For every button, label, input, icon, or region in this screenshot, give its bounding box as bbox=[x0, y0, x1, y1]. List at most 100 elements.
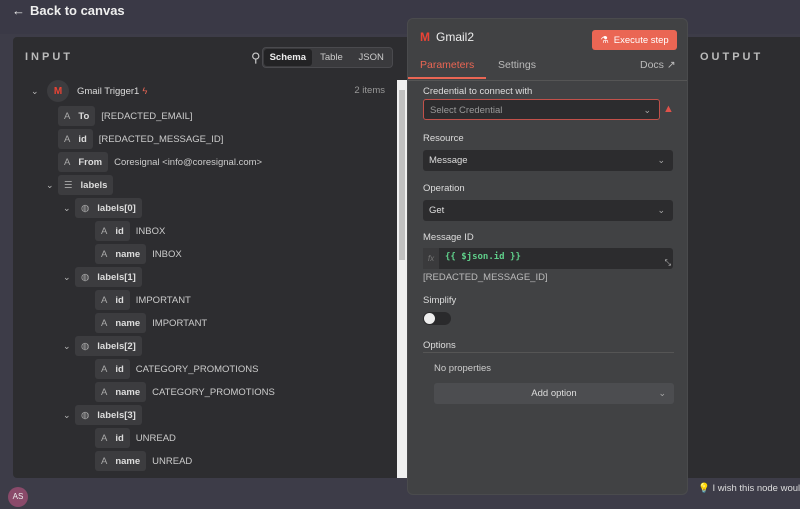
back-label: Back to canvas bbox=[30, 3, 125, 18]
string-type-icon: A bbox=[101, 248, 108, 260]
chevron-down-icon[interactable]: ⌄ bbox=[31, 86, 43, 97]
field-value: [REDACTED_MESSAGE_ID] bbox=[98, 133, 224, 145]
field-value: CATEGORY_PROMOTIONS bbox=[135, 363, 259, 375]
warning-icon: ▲ bbox=[663, 103, 674, 115]
field-key: id bbox=[78, 133, 87, 145]
schema-row[interactable]: Aid INBOX bbox=[95, 221, 165, 241]
field-key: name bbox=[115, 386, 141, 398]
divider bbox=[423, 352, 674, 353]
flask-icon: ⚗ bbox=[600, 34, 609, 46]
string-type-icon: A bbox=[64, 110, 71, 122]
field-value: INBOX bbox=[152, 248, 182, 260]
field-key-pill[interactable]: Aid bbox=[95, 290, 130, 310]
credential-select[interactable]: Select Credential ⌄ bbox=[423, 99, 660, 120]
tab-schema[interactable]: Schema bbox=[264, 49, 312, 66]
scrollbar-thumb[interactable] bbox=[399, 90, 405, 260]
operation-value: Get bbox=[429, 205, 445, 216]
feedback-hint[interactable]: 💡 I wish this node would... bbox=[698, 483, 800, 494]
field-value: IMPORTANT bbox=[152, 317, 208, 329]
field-key: From bbox=[78, 156, 103, 168]
external-link-icon: ↗ bbox=[666, 59, 676, 71]
chevron-down-icon[interactable]: ⌄ bbox=[46, 180, 58, 191]
field-key-pill[interactable]: ◍ labels[3] bbox=[75, 405, 142, 425]
search-icon[interactable]: ⚲ bbox=[251, 50, 261, 66]
schema-row[interactable]: ⌄ ◍ labels[0] bbox=[63, 198, 148, 218]
trigger-bolt-icon: ϟ bbox=[142, 85, 148, 97]
simplify-toggle[interactable] bbox=[423, 312, 451, 325]
field-key-pill[interactable]: Aid bbox=[95, 428, 130, 448]
chevron-down-icon[interactable]: ⌄ bbox=[63, 272, 75, 283]
node-title[interactable]: Gmail2 bbox=[436, 30, 474, 44]
field-key: labels bbox=[80, 179, 108, 191]
schema-row[interactable]: ⌄ ◍ labels[1] bbox=[63, 267, 148, 287]
schema-row[interactable]: A To [REDACTED_EMAIL] bbox=[58, 106, 193, 126]
node-name: Gmail Trigger1 bbox=[77, 85, 140, 97]
resource-label: Resource bbox=[423, 133, 464, 144]
credential-label: Credential to connect with bbox=[423, 86, 533, 97]
field-key-pill[interactable]: ◍ labels[2] bbox=[75, 336, 142, 356]
tab-parameters[interactable]: Parameters bbox=[408, 59, 487, 79]
schema-row[interactable]: Aid UNREAD bbox=[95, 428, 176, 448]
string-type-icon: A bbox=[101, 225, 108, 237]
hint-text: I wish this node would... bbox=[712, 483, 800, 494]
schema-row[interactable]: Aname CATEGORY_PROMOTIONS bbox=[95, 382, 275, 402]
field-key-pill[interactable]: Aid bbox=[95, 359, 130, 379]
add-option-button[interactable]: Add option ⌄ bbox=[434, 383, 674, 404]
field-key: id bbox=[115, 432, 124, 444]
schema-row[interactable]: ⌄ ☰ labels bbox=[46, 175, 119, 195]
string-type-icon: A bbox=[101, 386, 108, 398]
field-key-pill[interactable]: ◍ labels[1] bbox=[75, 267, 142, 287]
node-row[interactable]: ⌄ M Gmail Trigger1 ϟ bbox=[31, 80, 148, 102]
avatar[interactable]: AS bbox=[8, 487, 28, 507]
field-key-pill[interactable]: Aname bbox=[95, 382, 147, 402]
schema-row[interactable]: ⌄ ◍ labels[2] bbox=[63, 336, 148, 356]
schema-row[interactable]: Aid CATEGORY_PROMOTIONS bbox=[95, 359, 258, 379]
gmail-icon: M bbox=[47, 80, 69, 102]
docs-label: Docs bbox=[640, 59, 664, 71]
expand-icon[interactable]: ⤡ bbox=[665, 258, 671, 268]
field-key-pill[interactable]: A To bbox=[58, 106, 96, 126]
schema-row[interactable]: Aname INBOX bbox=[95, 244, 182, 264]
field-key-pill[interactable]: Aname bbox=[95, 244, 147, 264]
field-key: name bbox=[115, 317, 141, 329]
schema-row[interactable]: Aname UNREAD bbox=[95, 451, 192, 471]
tab-settings[interactable]: Settings bbox=[498, 59, 536, 71]
input-panel: INPUT ⚲ Schema Table JSON ⌄ M Gmail Trig… bbox=[13, 37, 407, 478]
field-key-pill[interactable]: Aid bbox=[58, 129, 93, 149]
gmail-icon: M bbox=[420, 30, 430, 44]
field-key: labels[2] bbox=[97, 340, 136, 352]
schema-row[interactable]: Aname IMPORTANT bbox=[95, 313, 207, 333]
schema-row[interactable]: Aid [REDACTED_MESSAGE_ID] bbox=[58, 129, 223, 149]
fx-icon: fx bbox=[423, 248, 439, 269]
field-key-pill[interactable]: Aname bbox=[95, 313, 147, 333]
field-key-pill[interactable]: ◍ labels[0] bbox=[75, 198, 142, 218]
node-tabs: Parameters Settings Docs ↗ bbox=[408, 57, 687, 81]
add-option-label: Add option bbox=[531, 388, 577, 399]
field-key-pill[interactable]: ☰ labels bbox=[58, 175, 114, 195]
resource-select[interactable]: Message ⌄ bbox=[423, 150, 673, 171]
field-value: INBOX bbox=[135, 225, 166, 237]
node-header: M Gmail2 bbox=[420, 30, 474, 44]
chevron-down-icon[interactable]: ⌄ bbox=[63, 203, 75, 214]
back-to-canvas-button[interactable]: ← Back to canvas bbox=[12, 3, 125, 18]
chevron-down-icon[interactable]: ⌄ bbox=[63, 341, 75, 352]
field-key-pill[interactable]: Aid bbox=[95, 221, 130, 241]
tab-json[interactable]: JSON bbox=[351, 49, 391, 66]
arrow-left-icon: ← bbox=[12, 3, 25, 18]
field-key: name bbox=[115, 455, 141, 467]
operation-select[interactable]: Get ⌄ bbox=[423, 200, 673, 221]
string-type-icon: A bbox=[64, 133, 71, 145]
schema-row[interactable]: A From Coresignal <info@coresignal.com> bbox=[58, 152, 262, 172]
field-key-pill[interactable]: A From bbox=[58, 152, 109, 172]
docs-link[interactable]: Docs ↗ bbox=[640, 59, 676, 71]
object-type-icon: ◍ bbox=[81, 271, 90, 283]
execute-label: Execute step bbox=[613, 34, 669, 46]
message-id-input[interactable]: fx {{ $json.id }} ⤡ bbox=[423, 248, 673, 269]
schema-row[interactable]: Aid IMPORTANT bbox=[95, 290, 191, 310]
schema-row[interactable]: ⌄ ◍ labels[3] bbox=[63, 405, 148, 425]
credential-placeholder: Select Credential bbox=[430, 105, 503, 116]
field-key-pill[interactable]: Aname bbox=[95, 451, 147, 471]
chevron-down-icon[interactable]: ⌄ bbox=[63, 410, 75, 421]
execute-step-button[interactable]: ⚗ Execute step bbox=[592, 30, 677, 50]
tab-table[interactable]: Table bbox=[312, 49, 352, 66]
